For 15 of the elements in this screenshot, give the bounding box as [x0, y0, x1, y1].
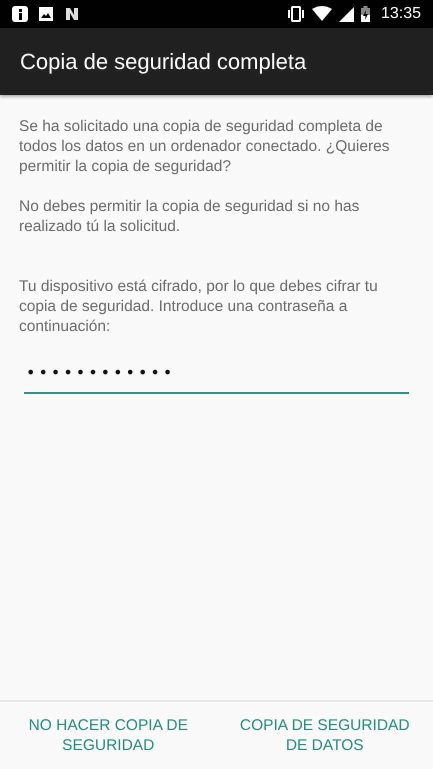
dialog-button[interactable]: NO HACER COPIA DE SEGURIDAD	[0, 702, 216, 769]
password-field[interactable]: ••••••••••••	[24, 359, 409, 394]
signal-icon	[338, 6, 354, 22]
n-logo-icon	[64, 6, 80, 22]
info-icon	[12, 6, 28, 22]
message-text: Se ha solicitado una copia de seguridad completa de todos los datos en un ordenador conectado. ¿Quieres permitir la copia de seguridad?	[19, 117, 391, 177]
image-icon	[38, 6, 54, 22]
wifi-icon	[312, 6, 332, 22]
clock-time: 13:35	[380, 5, 421, 23]
screen-title: Copia de seguridad completa	[20, 48, 306, 74]
message-text: No debes permitir la copia de seguridad si no has realizado tú la solicitud.	[19, 197, 360, 237]
dialog-button[interactable]: COPIA DE SEGURIDAD DE DATOS	[216, 702, 433, 769]
message-text: Tu dispositivo está cifrado, por lo que debes cifrar tu copia de seguridad. Introduce una contraseña a continuación:	[19, 277, 379, 337]
vibrate-icon	[286, 6, 305, 22]
battery-icon	[360, 6, 370, 22]
